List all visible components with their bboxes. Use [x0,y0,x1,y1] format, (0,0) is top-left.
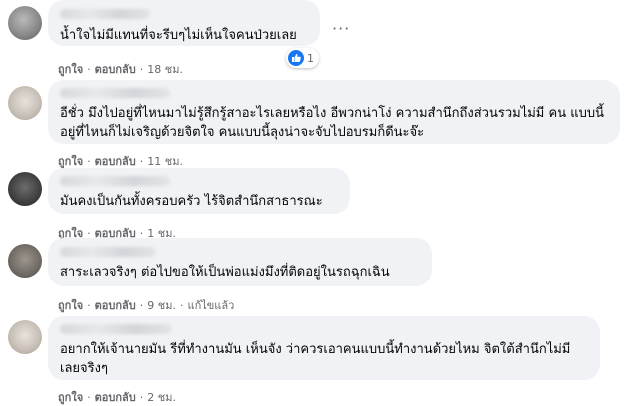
reply-button[interactable]: ตอบกลับ [95,60,136,78]
comment-text: สาระเลวจริงๆ ต่อไปขอให้เป็นพ่อแม่งมึงที่… [60,265,390,280]
like-icon [288,50,304,66]
like-button[interactable]: ถูกใจ [58,296,83,314]
comment-actions: ถูกใจ · ตอบกลับ · 9 ชม. · แก้ไขแล้ว [58,296,234,314]
reply-button[interactable]: ตอบกลับ [95,296,136,314]
commenter-name-redacted [60,324,172,334]
commenter-name-redacted [60,176,170,186]
reply-button[interactable]: ตอบกลับ [95,388,136,406]
avatar[interactable] [8,320,42,354]
comment-text: น้ำใจไม่มีแทนที่จะรีบๆไม่เห็นใจคนป่วยเลย [60,28,297,43]
timestamp[interactable]: 9 ชม. [147,296,176,314]
comment-actions: ถูกใจ · ตอบกลับ · 2 ชม. [58,388,176,406]
comment-bubble: อีชั่ว มึงไปอยู่ที่ไหนมาไม่รู้สึกรู้สาอะ… [48,80,620,144]
comment-bubble: อยากให้เจ้านายมัน รีที่ทำงานมัน เห็นจัง … [48,316,600,380]
timestamp[interactable]: 2 ชม. [147,388,176,406]
comment-text: อยากให้เจ้านายมัน รีที่ทำงานมัน เห็นจัง … [60,342,571,376]
reaction-summary[interactable]: 1 [286,48,319,68]
avatar[interactable] [8,6,42,40]
timestamp[interactable]: 18 ชม. [147,60,183,78]
commenter-name-redacted [60,247,156,257]
commenter-name-redacted [60,9,150,19]
edited-label[interactable]: แก้ไขแล้ว [187,296,234,314]
avatar[interactable] [8,172,42,206]
more-options-icon[interactable]: ··· [332,21,350,37]
like-button[interactable]: ถูกใจ [58,60,83,78]
comment-bubble: สาระเลวจริงๆ ต่อไปขอให้เป็นพ่อแม่งมึงที่… [48,238,432,286]
like-button[interactable]: ถูกใจ [58,388,83,406]
reaction-count: 1 [307,51,314,65]
comment-text: มันคงเป็นกันทั้งครอบครัว ไร้จิตสำนึกสาธา… [60,194,323,209]
comment-text: อีชั่ว มึงไปอยู่ที่ไหนมาไม่รู้สึกรู้สาอะ… [60,106,604,140]
avatar[interactable] [8,244,42,278]
comment-bubble: น้ำใจไม่มีแทนที่จะรีบๆไม่เห็นใจคนป่วยเลย [48,0,320,46]
commenter-name-redacted [60,88,170,98]
avatar[interactable] [8,86,42,120]
comment-bubble: มันคงเป็นกันทั้งครอบครัว ไร้จิตสำนึกสาธา… [48,168,350,214]
comment-actions: ถูกใจ · ตอบกลับ · 18 ชม. [58,60,183,78]
